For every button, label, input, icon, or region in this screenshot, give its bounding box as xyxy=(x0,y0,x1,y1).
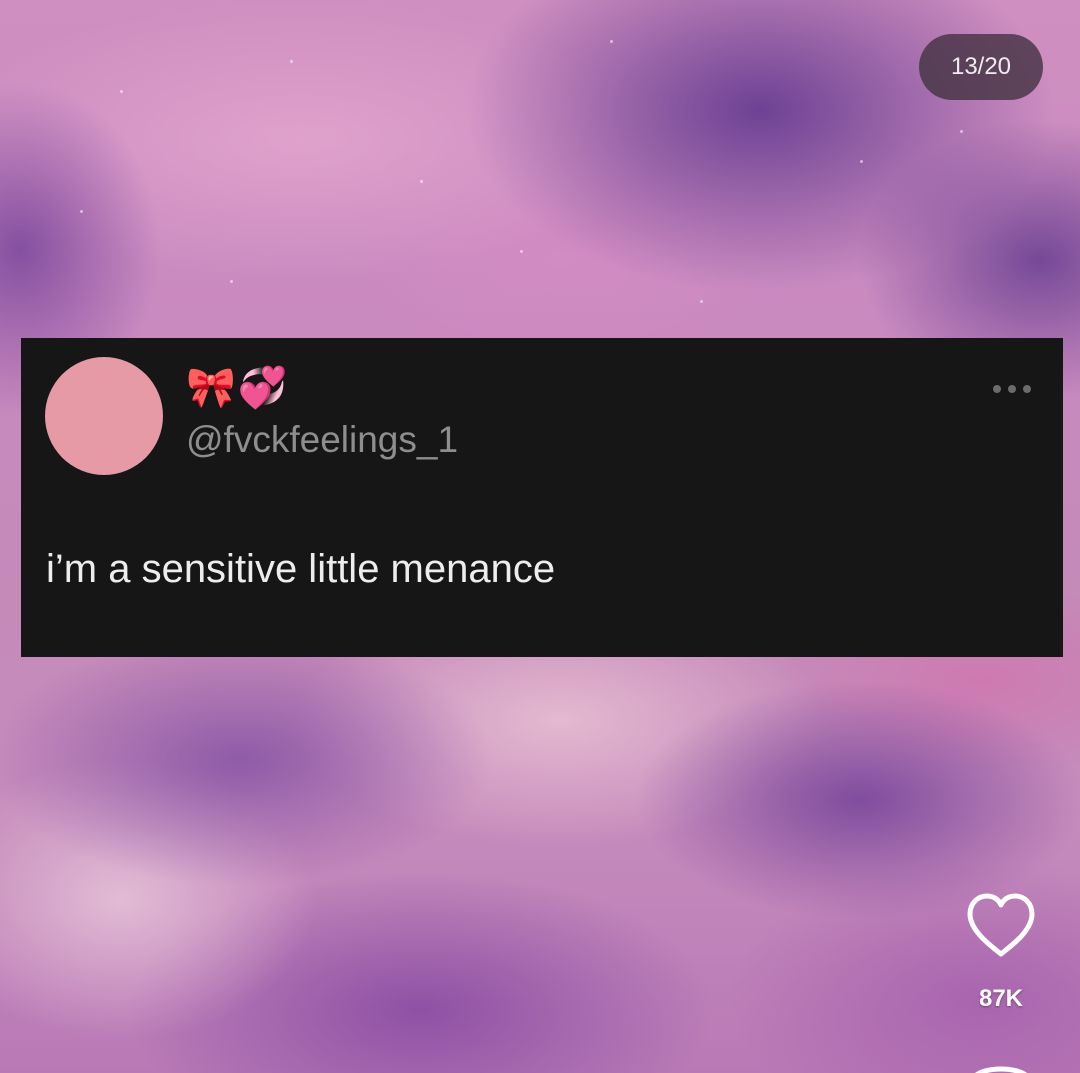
pin-viewer: 13/20 🎀💞 @fvckfeelings_1 i’m a sensitive… xyxy=(0,0,1080,1073)
background-sparkle xyxy=(420,180,423,183)
display-name: 🎀💞 xyxy=(186,365,290,411)
tweet-card xyxy=(21,338,1063,657)
more-dot xyxy=(1008,385,1016,393)
more-dot xyxy=(1023,385,1031,393)
like-count: 87K xyxy=(978,985,1024,1012)
background-sparkle xyxy=(610,40,613,43)
background-sparkle xyxy=(520,250,523,253)
more-options-icon xyxy=(993,384,1031,394)
avatar xyxy=(45,357,163,475)
tweet-text: i’m a sensitive little menance xyxy=(46,547,556,591)
like-button[interactable] xyxy=(964,890,1038,960)
heart-outline-icon xyxy=(967,893,1035,957)
background-sparkle xyxy=(290,60,293,63)
image-counter: 13/20 xyxy=(919,34,1043,100)
background-sparkle xyxy=(700,300,703,303)
share-icon[interactable] xyxy=(966,1058,1036,1073)
background-sparkle xyxy=(960,130,963,133)
background-sparkle xyxy=(120,90,123,93)
background-sparkle xyxy=(80,210,83,213)
user-handle: @fvckfeelings_1 xyxy=(186,419,459,460)
background-sparkle xyxy=(230,280,233,283)
more-dot xyxy=(993,385,1001,393)
background-sparkle xyxy=(860,160,863,163)
